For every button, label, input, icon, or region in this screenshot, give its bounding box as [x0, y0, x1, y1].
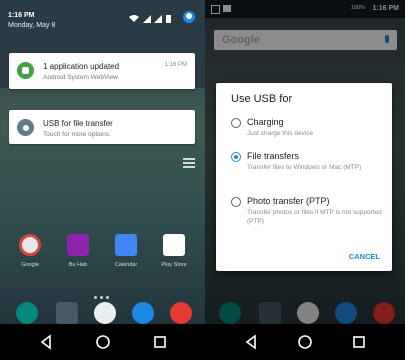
- option-description: Transfer files to Windows or Mac (MTP): [247, 164, 362, 171]
- app-calendar[interactable]: Calendar: [108, 234, 144, 268]
- clear-all-icon[interactable]: [183, 158, 195, 170]
- play-store-icon: [163, 234, 185, 256]
- option-title: Photo transfer (PTP): [247, 196, 330, 206]
- option-title: Charging: [247, 117, 284, 127]
- calendar-icon: [115, 234, 137, 256]
- status-icons: [129, 14, 175, 24]
- signal-icon-2: [154, 15, 162, 23]
- signal-icon: [143, 15, 151, 23]
- navigation-bar: [0, 324, 205, 360]
- bu-hab-icon: [67, 234, 89, 256]
- right-phone-screen: 100% 1:16 PM Google Use USB for Charging…: [205, 0, 405, 360]
- account-icon[interactable]: [183, 11, 195, 23]
- recents-icon[interactable]: [150, 332, 170, 352]
- notification-subtitle: Touch for more options.: [43, 131, 111, 138]
- back-icon[interactable]: [241, 332, 261, 352]
- notification-subtitle: Android System WebView: [43, 74, 118, 81]
- option-title: File transfers: [247, 151, 300, 161]
- app-label: Bu Hab: [68, 262, 88, 268]
- home-icon[interactable]: [295, 332, 315, 352]
- left-phone-screen: 1:16 PM Monday, May 8 1 application upda…: [0, 0, 205, 360]
- notification-time: 1:16 PM: [164, 62, 187, 68]
- browser-icon[interactable]: [170, 302, 192, 324]
- radio-button[interactable]: [231, 118, 241, 128]
- app-google[interactable]: Google: [12, 234, 48, 268]
- notification-app-updated[interactable]: 1 application updated Android System Web…: [9, 53, 195, 89]
- option-description: Transfer photos or files if MTP is not s…: [247, 209, 382, 225]
- screenshot-stage: 1:16 PM Monday, May 8 1 application upda…: [0, 0, 405, 360]
- messages-icon[interactable]: [132, 302, 154, 324]
- usb-icon: [17, 119, 34, 136]
- app-drawer-icon[interactable]: [94, 302, 116, 324]
- android-update-icon: [17, 62, 34, 79]
- notification-title: 1 application updated: [43, 62, 120, 71]
- status-date: Monday, May 8: [8, 22, 56, 29]
- radio-button-selected[interactable]: [231, 152, 241, 162]
- recents-icon[interactable]: [349, 332, 369, 352]
- usb-mode-dialog: Use USB for Charging Just charge this de…: [216, 83, 392, 271]
- app-label: Calendar: [114, 262, 138, 268]
- app-label: Play Store: [161, 262, 187, 268]
- home-app-row: Google Bu Hab Calendar Play Store: [12, 234, 194, 284]
- app-play-store[interactable]: Play Store: [156, 234, 192, 268]
- google-icon: [19, 234, 41, 256]
- back-icon[interactable]: [36, 332, 56, 352]
- navigation-bar: [205, 324, 405, 360]
- app-bu-hab[interactable]: Bu Hab: [60, 234, 96, 268]
- status-time: 1:16 PM: [8, 12, 35, 19]
- option-description: Just charge this device: [247, 130, 314, 137]
- app-label: Google: [21, 262, 39, 268]
- notification-title: USB for file transfer: [43, 119, 113, 128]
- dialog-title: Use USB for: [231, 93, 293, 105]
- battery-icon: [166, 15, 171, 23]
- dock: [10, 300, 198, 326]
- camera-icon[interactable]: [56, 302, 78, 324]
- notification-usb-file-transfer[interactable]: USB for file transfer Touch for more opt…: [9, 110, 195, 144]
- cancel-button[interactable]: CANCEL: [349, 252, 380, 261]
- page-indicator: [94, 286, 114, 299]
- wifi-icon: [129, 15, 139, 22]
- radio-button[interactable]: [231, 197, 241, 207]
- phone-icon[interactable]: [16, 302, 38, 324]
- home-icon[interactable]: [93, 332, 113, 352]
